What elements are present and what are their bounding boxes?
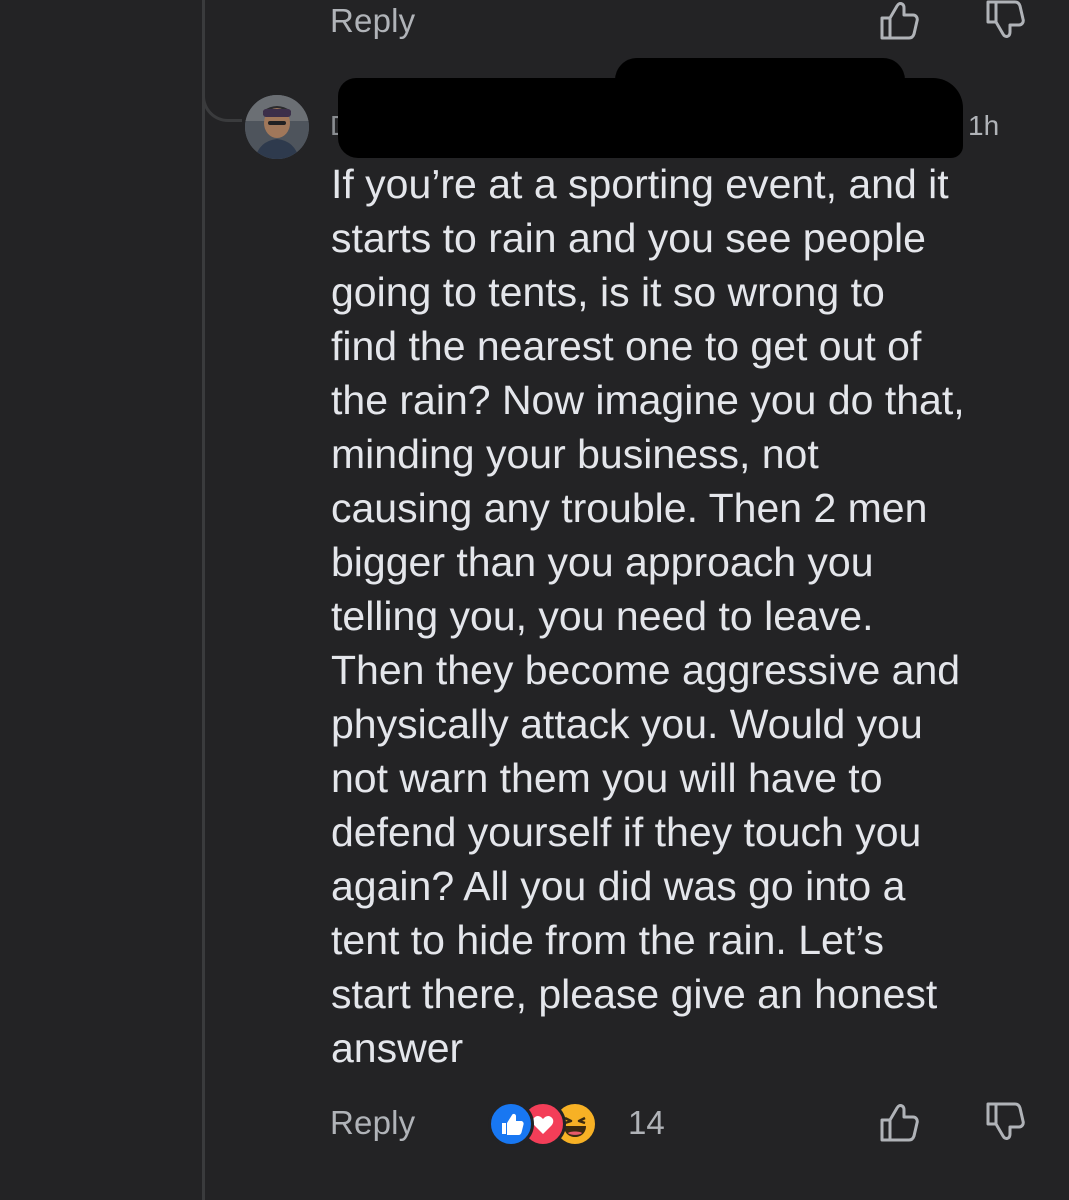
redaction-mark: [560, 140, 820, 158]
thread-connector: [202, 40, 242, 122]
redaction-mark: [615, 58, 905, 102]
reply-button[interactable]: Reply: [330, 1104, 415, 1142]
reply-button[interactable]: Reply: [330, 2, 415, 40]
like-reaction-icon: [488, 1101, 534, 1147]
reaction-count: 14: [628, 1104, 665, 1141]
comment-body: If you’re at a sporting event, and it st…: [331, 161, 965, 1071]
thread-line: [202, 0, 205, 1200]
timestamp[interactable]: 1h: [968, 110, 999, 142]
comment-actions: Reply 14: [330, 1096, 1030, 1147]
reactions-summary[interactable]: 14: [488, 1098, 728, 1147]
thumbs-up-icon[interactable]: [876, 1100, 920, 1144]
avatar-photo: [245, 95, 309, 159]
thumbs-down-icon[interactable]: [982, 0, 1026, 42]
avatar[interactable]: [245, 95, 309, 159]
previous-comment-actions: Reply: [330, 0, 1030, 44]
thumbs-down-icon[interactable]: [982, 1100, 1026, 1144]
thumbs-up-icon[interactable]: [876, 0, 920, 42]
